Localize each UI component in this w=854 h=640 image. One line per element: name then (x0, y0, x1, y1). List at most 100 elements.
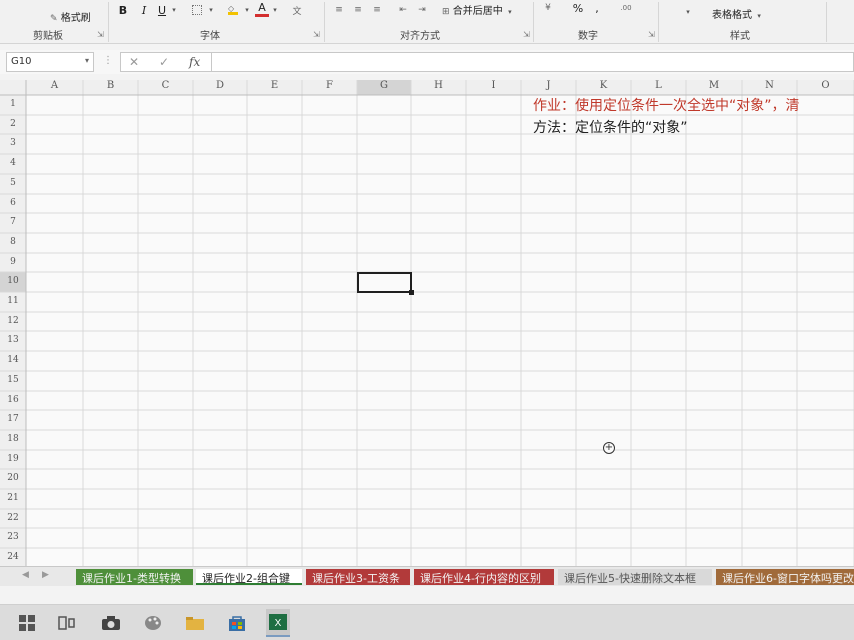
comma-style-button[interactable]: , (592, 1, 602, 15)
row-header-17[interactable]: 17 (0, 414, 26, 434)
column-header-l[interactable]: L (631, 80, 686, 95)
column-header-n[interactable]: N (742, 80, 797, 95)
bold-button[interactable]: B (116, 3, 130, 17)
store-app-button[interactable] (226, 613, 248, 633)
phonetic-icon: 文 (292, 6, 302, 17)
row-header-12[interactable]: 12 (0, 316, 26, 335)
column-header-b[interactable]: B (83, 80, 138, 95)
column-header-m[interactable]: M (686, 80, 742, 95)
row-header-11[interactable]: 11 (0, 296, 26, 316)
font-color-dropdown-icon[interactable]: ▾ (271, 4, 279, 16)
previous-sheet-icon[interactable]: ◀ (22, 570, 29, 580)
sheet-tab[interactable]: 课后作业1-类型转换 (76, 569, 193, 585)
divider (324, 2, 325, 42)
row-header-19[interactable]: 19 (0, 454, 26, 473)
column-header-k[interactable]: K (576, 80, 631, 95)
font-launcher-icon[interactable]: ⇲ (313, 30, 320, 39)
increase-decimal-button[interactable]: .00 (618, 1, 634, 15)
font-color-button[interactable]: A (255, 1, 269, 17)
row-header-8[interactable]: 8 (0, 237, 26, 257)
excel-window: ✎ 格式刷 B I U ▾ ▾ ◇ ▾ A ▾ 文 ≡ ≡ ≡ ⇤ ⇥ ⊞ 合并… (0, 0, 854, 640)
borders-button[interactable] (190, 3, 204, 17)
insert-function-icon[interactable]: fx (189, 55, 200, 69)
sheet-tab[interactable]: 课后作业4-行内容的区别 (414, 569, 554, 585)
cancel-icon[interactable]: ✕ (129, 55, 139, 69)
cell-j2[interactable]: 方法：定位条件的“对象” (533, 117, 688, 137)
decrease-indent-button[interactable]: ⇤ (397, 4, 409, 16)
drag-handle-icon[interactable]: ⋮ (103, 55, 113, 66)
align-right-button[interactable]: ≡ (371, 4, 383, 16)
column-header-d[interactable]: D (193, 80, 247, 95)
sheet-tab[interactable]: 课后作业5-快速删除文本框 (558, 569, 712, 585)
table-format-dropdown-icon: ▾ (755, 12, 761, 20)
row-header-5[interactable]: 5 (0, 178, 26, 198)
palette-icon (145, 616, 161, 630)
sheet-tab[interactable]: 课后作业3-工资条 (306, 569, 410, 585)
underline-dropdown-icon[interactable]: ▾ (170, 4, 178, 16)
format-as-table-button[interactable]: 表格格式 ▾ (712, 6, 761, 21)
row-header-6[interactable]: 6 (0, 198, 26, 217)
row-header-20[interactable]: 20 (0, 473, 26, 493)
row-header-7[interactable]: 7 (0, 217, 26, 237)
column-header-c[interactable]: C (138, 80, 193, 95)
row-header-18[interactable]: 18 (0, 434, 26, 454)
formula-input[interactable] (212, 52, 854, 72)
row-header-21[interactable]: 21 (0, 493, 26, 513)
format-painter-button[interactable]: ✎ 格式刷 (50, 9, 91, 24)
fill-color-dropdown-icon[interactable]: ▾ (243, 4, 251, 16)
enter-icon[interactable]: ✓ (159, 55, 169, 69)
row-header-3[interactable]: 3 (0, 138, 26, 158)
column-header-a[interactable]: A (26, 80, 83, 95)
name-box[interactable]: G10 ▾ (6, 52, 94, 72)
cell-j1[interactable]: 作业：使用定位条件一次全选中“对象”，清 (533, 95, 800, 115)
windows-taskbar: X (0, 604, 854, 640)
sheet-tab[interactable]: 课后作业6-窗口字体吗更改 (716, 569, 854, 585)
merge-center-button[interactable]: ⊞ 合并后居中 ▾ (442, 2, 512, 17)
name-box-dropdown-icon[interactable]: ▾ (85, 56, 89, 65)
excel-taskbar-button[interactable]: X (266, 609, 290, 637)
align-center-button[interactable]: ≡ (352, 4, 364, 16)
clipboard-launcher-icon[interactable]: ⇲ (97, 30, 104, 39)
column-header-j[interactable]: J (521, 80, 576, 95)
row-header-4[interactable]: 4 (0, 158, 26, 178)
next-sheet-icon[interactable]: ▶ (42, 570, 49, 580)
column-header-i[interactable]: I (466, 80, 521, 95)
increase-indent-button[interactable]: ⇥ (416, 4, 428, 16)
file-explorer-button[interactable] (184, 613, 206, 633)
row-header-10[interactable]: 10 (0, 276, 26, 296)
row-header-16[interactable]: 16 (0, 395, 26, 414)
number-launcher-icon[interactable]: ⇲ (648, 30, 655, 39)
conditional-format-dropdown-icon[interactable]: ▾ (684, 6, 692, 18)
column-header-f[interactable]: F (302, 80, 357, 95)
accounting-format-button[interactable]: ¥ (540, 1, 556, 15)
row-header-14[interactable]: 14 (0, 355, 26, 375)
worksheet-grid[interactable]: ABCDEFGHIJKLMNO 1 2 3 4 5 6 7 8 9 10 11 12 13 14 15 16 1… (0, 80, 854, 570)
row-header-9[interactable]: 9 (0, 257, 26, 276)
column-header-h[interactable]: H (411, 80, 466, 95)
sheet-tab[interactable]: 课后作业2-组合键 (196, 569, 302, 585)
camera-app-button[interactable] (100, 613, 122, 633)
merge-icon: ⊞ (442, 7, 450, 17)
underline-button[interactable]: U (155, 3, 169, 17)
row-header-1[interactable]: 1 (0, 99, 26, 119)
italic-button[interactable]: I (137, 3, 151, 17)
task-view-button[interactable] (56, 613, 78, 633)
alignment-launcher-icon[interactable]: ⇲ (523, 30, 530, 39)
active-cell-selection[interactable] (357, 272, 412, 293)
start-button[interactable] (16, 613, 38, 633)
row-header-2[interactable]: 2 (0, 119, 26, 138)
paint-app-button[interactable] (142, 613, 164, 633)
fill-handle[interactable] (409, 290, 414, 295)
row-header-23[interactable]: 23 (0, 532, 26, 552)
row-header-13[interactable]: 13 (0, 335, 26, 355)
borders-dropdown-icon[interactable]: ▾ (207, 4, 215, 16)
column-header-e[interactable]: E (247, 80, 302, 95)
phonetic-button[interactable]: 文 (288, 3, 306, 17)
row-header-15[interactable]: 15 (0, 375, 26, 395)
column-header-o[interactable]: O (797, 80, 854, 95)
row-header-22[interactable]: 22 (0, 513, 26, 532)
fill-color-button[interactable]: ◇ (226, 3, 240, 17)
align-left-button[interactable]: ≡ (333, 4, 345, 16)
percent-style-button[interactable]: % (570, 1, 586, 15)
column-header-g[interactable]: G (357, 80, 411, 95)
